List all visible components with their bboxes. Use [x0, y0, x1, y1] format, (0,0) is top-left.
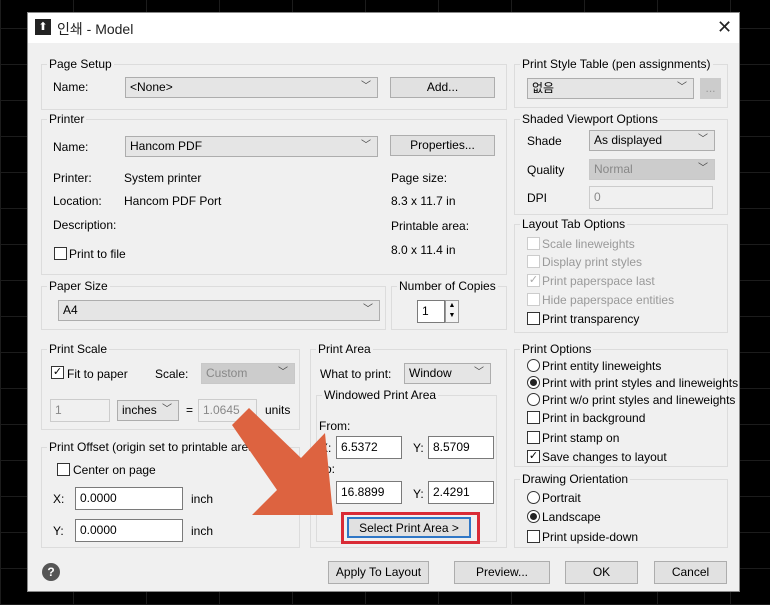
annotation-arrow — [232, 408, 333, 515]
arrow-shape — [232, 408, 333, 515]
